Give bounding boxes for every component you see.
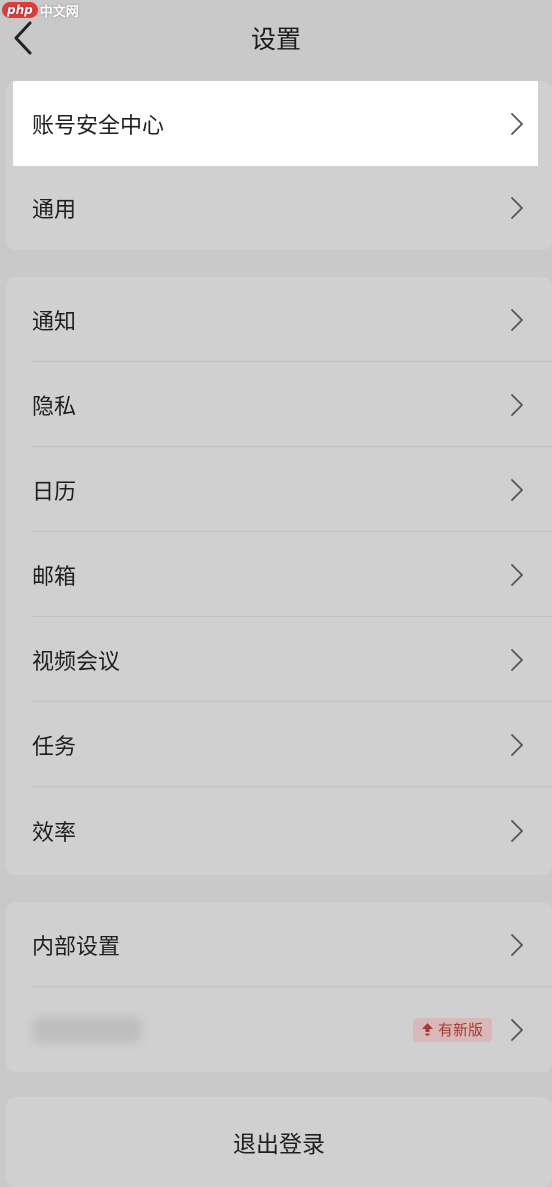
chevron-right-icon: [511, 112, 523, 135]
settings-item-label: 日历: [32, 479, 77, 505]
logout-label: 退出登录: [233, 1132, 325, 1158]
chevron-right-icon: [511, 648, 523, 671]
settings-item-label: 邮箱: [32, 564, 77, 590]
settings-group-other: 内部设置 有新版: [6, 902, 552, 1072]
logout-button[interactable]: 退出登录: [6, 1097, 552, 1187]
chevron-right-icon: [511, 478, 523, 501]
settings-item-about-version[interactable]: 有新版: [6, 987, 552, 1072]
settings-item-label: 通用: [32, 198, 77, 223]
update-badge-label: 有新版: [437, 1021, 483, 1039]
chevron-right-icon: [511, 1018, 523, 1041]
settings-item-label: 任务: [32, 734, 77, 760]
chevron-right-icon: [511, 393, 523, 416]
settings-item-label: 内部设置: [32, 934, 121, 960]
settings-item-notifications[interactable]: 通知: [6, 277, 552, 362]
settings-item-label: 效率: [32, 821, 77, 846]
settings-item-general[interactable]: 通用: [6, 166, 552, 250]
settings-item-tasks[interactable]: 任务: [6, 702, 552, 787]
settings-item-label: 视频会议: [32, 649, 121, 675]
chevron-right-icon: [511, 733, 523, 756]
settings-item-efficiency[interactable]: 效率: [6, 787, 552, 875]
settings-item-label: 账号安全中心: [32, 113, 165, 139]
chevron-right-icon: [511, 197, 523, 219]
blurred-label: [32, 1016, 142, 1043]
settings-item-label: 通知: [32, 309, 77, 335]
upgrade-arrow-icon: [421, 1023, 433, 1036]
chevron-right-icon: [511, 308, 523, 331]
chevron-right-icon: [511, 933, 523, 956]
update-available-badge: 有新版: [412, 1017, 492, 1042]
settings-item-account-security[interactable]: 账号安全中心: [13, 81, 538, 166]
settings-item-calendar[interactable]: 日历: [6, 447, 552, 532]
settings-item-mail[interactable]: 邮箱: [6, 532, 552, 617]
chevron-right-icon: [511, 563, 523, 586]
navigation-bar: 设置: [0, 0, 552, 76]
settings-group-account: 账号安全中心 通用: [6, 81, 552, 250]
settings-item-internal-settings[interactable]: 内部设置: [6, 902, 552, 987]
chevron-right-icon: [511, 820, 523, 842]
settings-item-privacy[interactable]: 隐私: [6, 362, 552, 447]
settings-item-label: 隐私: [32, 394, 77, 420]
page-title: 设置: [250, 25, 301, 54]
settings-item-video-meeting[interactable]: 视频会议: [6, 617, 552, 702]
settings-group-features: 通知 隐私 日历 邮箱 视频会议 任务 效率: [6, 277, 552, 875]
